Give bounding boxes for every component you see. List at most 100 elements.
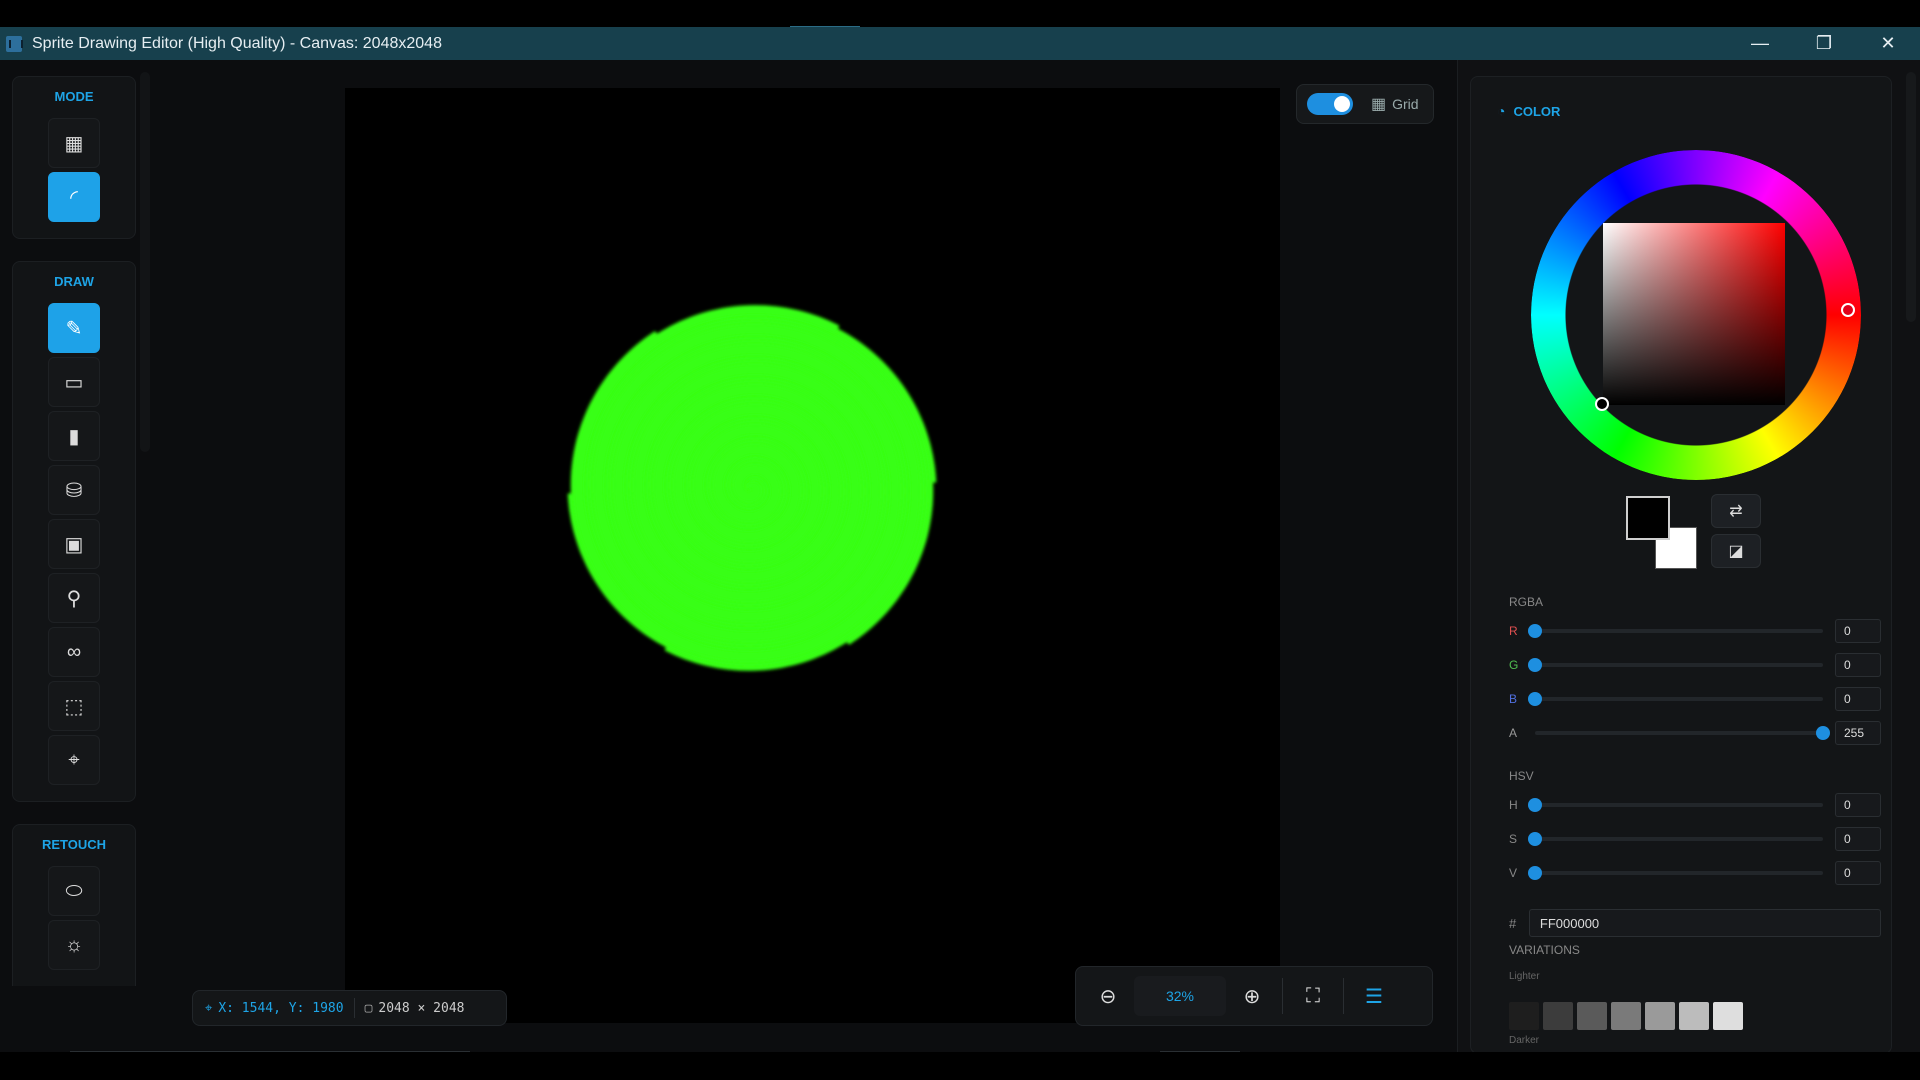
rgba-value-r[interactable]: 0 <box>1835 619 1881 643</box>
lighter-label: Lighter <box>1509 971 1540 982</box>
left-toolbar: MODE ▦ ◜ DRAW ✎ ▭ ▮ ⛁ ▣ ⚲ ∞ ⬚ ⌖ RETOUCH ⬭ ☼ <box>12 76 136 1008</box>
curve-icon: ◜ <box>70 186 78 209</box>
app-logo-icon <box>6 35 23 52</box>
rgba-slider-b[interactable] <box>1528 692 1823 706</box>
variation-swatch[interactable] <box>1713 1002 1743 1030</box>
zoom-level[interactable]: 32% <box>1134 976 1226 1016</box>
hsv-value-h[interactable]: 0 <box>1835 793 1881 817</box>
canvas-size-icon: ▢ <box>364 1000 373 1016</box>
rectangle-icon: ▣ <box>64 533 84 556</box>
rgba-value-a[interactable]: 255 <box>1835 721 1881 745</box>
window-titlebar: Sprite Drawing Editor (High Quality) - C… <box>0 27 1920 60</box>
reset-colors-icon: ◪ <box>1728 543 1744 560</box>
hex-row: # FF000000 <box>1509 909 1881 937</box>
fit-screen-button[interactable]: ⛶ <box>1291 976 1335 1016</box>
right-panel-scrollbar[interactable] <box>1906 72 1916 322</box>
variation-swatch[interactable] <box>1679 1002 1709 1030</box>
slider-thumb[interactable] <box>1816 726 1830 740</box>
rgba-label: RGBA <box>1509 595 1544 609</box>
slider-thumb[interactable] <box>1528 692 1542 706</box>
hsv-value-s[interactable]: 0 <box>1835 827 1881 851</box>
selection-icon: ⬚ <box>64 695 84 718</box>
variation-swatch[interactable] <box>1509 1002 1539 1030</box>
spray-icon: ▮ <box>68 425 80 448</box>
rgba-row-r: R0 <box>1509 619 1881 643</box>
hsv-slider-h[interactable] <box>1528 798 1823 812</box>
rgba-slider-g[interactable] <box>1528 658 1823 672</box>
draw-tool-selection[interactable]: ⬚ <box>48 681 100 731</box>
draw-group: DRAW ✎ ▭ ▮ ⛁ ▣ ⚲ ∞ ⬚ ⌖ <box>12 261 136 802</box>
draw-tool-eyedropper[interactable]: ⚲ <box>48 573 100 623</box>
bottom-edge <box>0 1052 1920 1080</box>
hsv-slider-s[interactable] <box>1528 832 1823 846</box>
drawing-canvas[interactable] <box>345 88 1280 1023</box>
variation-swatch[interactable] <box>1577 1002 1607 1030</box>
rgba-slider-r[interactable] <box>1528 624 1823 638</box>
zoom-toolbar: ⊖ 32% ⊕ ⛶ ☰ <box>1075 966 1433 1026</box>
mode-tool-grid[interactable]: ▦ <box>48 118 100 168</box>
draw-tool-rectangle[interactable]: ▣ <box>48 519 100 569</box>
draw-tool-pencil[interactable]: ✎ <box>48 303 100 353</box>
zoom-in-button[interactable]: ⊕ <box>1230 976 1274 1016</box>
swap-icon: ⇄ <box>1729 503 1743 520</box>
retouch-group: RETOUCH ⬭ ☼ <box>12 824 136 986</box>
maximize-button[interactable]: ❐ <box>1792 27 1856 60</box>
foreground-color-swatch[interactable] <box>1626 496 1670 540</box>
mode-group: MODE ▦ ◜ <box>12 76 136 239</box>
close-button[interactable]: ✕ <box>1856 27 1920 60</box>
rgba-channel-label: A <box>1509 726 1518 740</box>
fullscreen-icon: ⛶ <box>1306 984 1320 1007</box>
hsv-slider-v[interactable] <box>1528 866 1823 880</box>
variation-swatch[interactable] <box>1611 1002 1641 1030</box>
retouch-tool-brightness[interactable]: ☼ <box>48 920 100 970</box>
slider-thumb[interactable] <box>1528 624 1542 638</box>
draw-tool-link[interactable]: ∞ <box>48 627 100 677</box>
rgba-slider-a[interactable] <box>1535 726 1830 740</box>
grid-switch[interactable] <box>1307 93 1353 115</box>
zoom-out-button[interactable]: ⊖ <box>1086 976 1130 1016</box>
bottom-divider <box>70 1051 470 1052</box>
saturation-value-square[interactable] <box>1603 223 1785 405</box>
draw-tool-eraser[interactable]: ▭ <box>48 357 100 407</box>
hue-knob[interactable] <box>1841 303 1855 317</box>
color-title: COLOR <box>1513 103 1561 119</box>
transform-icon: ⌖ <box>68 748 80 771</box>
palette-icon: ◔ <box>1497 103 1506 119</box>
grid-label: Grid <box>1392 96 1419 112</box>
grid-toggle[interactable]: ▦ Grid <box>1296 84 1434 124</box>
variation-swatch[interactable] <box>1645 1002 1675 1030</box>
grid-icon: ▦ <box>1371 96 1387 113</box>
variation-swatch[interactable] <box>1543 1002 1573 1030</box>
canvas-size: 2048 × 2048 <box>378 1000 465 1016</box>
slider-thumb[interactable] <box>1528 832 1542 846</box>
sv-knob[interactable] <box>1595 397 1609 411</box>
minimize-button[interactable]: — <box>1728 27 1792 60</box>
hex-prefix: # <box>1509 915 1517 931</box>
mode-label: MODE <box>54 89 94 104</box>
toggle-panel-button[interactable]: ☰ <box>1352 976 1396 1016</box>
mode-tool-curve[interactable]: ◜ <box>48 172 100 222</box>
zoom-out-icon: ⊖ <box>1099 985 1117 1008</box>
draw-tool-transform[interactable]: ⌖ <box>48 735 100 785</box>
swap-colors-button[interactable]: ⇄ <box>1711 494 1761 528</box>
draw-tool-spray[interactable]: ▮ <box>48 411 100 461</box>
brightness-icon: ☼ <box>64 933 84 956</box>
rgba-value-g[interactable]: 0 <box>1835 653 1881 677</box>
reset-colors-button[interactable]: ◪ <box>1711 534 1761 568</box>
link-icon: ∞ <box>66 640 82 663</box>
slider-thumb[interactable] <box>1528 798 1542 812</box>
hsv-value-v[interactable]: 0 <box>1835 861 1881 885</box>
hex-input[interactable]: FF000000 <box>1528 909 1881 937</box>
draw-tool-fill-bucket[interactable]: ⛁ <box>48 465 100 515</box>
slider-thumb[interactable] <box>1528 658 1542 672</box>
color-card: ◔ COLOR ⇄ ◪ RGBA R 0 G 0 B 0 A 255 HSV H0 S0 V0 #… <box>1470 76 1892 1054</box>
pencil-icon: ✎ <box>65 317 83 340</box>
slider-thumb[interactable] <box>1528 866 1542 880</box>
rgba-value-b[interactable]: 0 <box>1835 687 1881 711</box>
rgba-row-b: B0 <box>1509 687 1881 711</box>
left-toolbar-scrollbar[interactable] <box>140 72 150 452</box>
status-coordinates: ⌖ X: 1544, Y: 1980 ▢ 2048 × 2048 <box>192 990 507 1026</box>
retouch-tool-smudge[interactable]: ⬭ <box>48 866 100 916</box>
lighter-variations <box>1509 1002 1747 1030</box>
zoom-in-icon: ⊕ <box>1243 985 1261 1008</box>
